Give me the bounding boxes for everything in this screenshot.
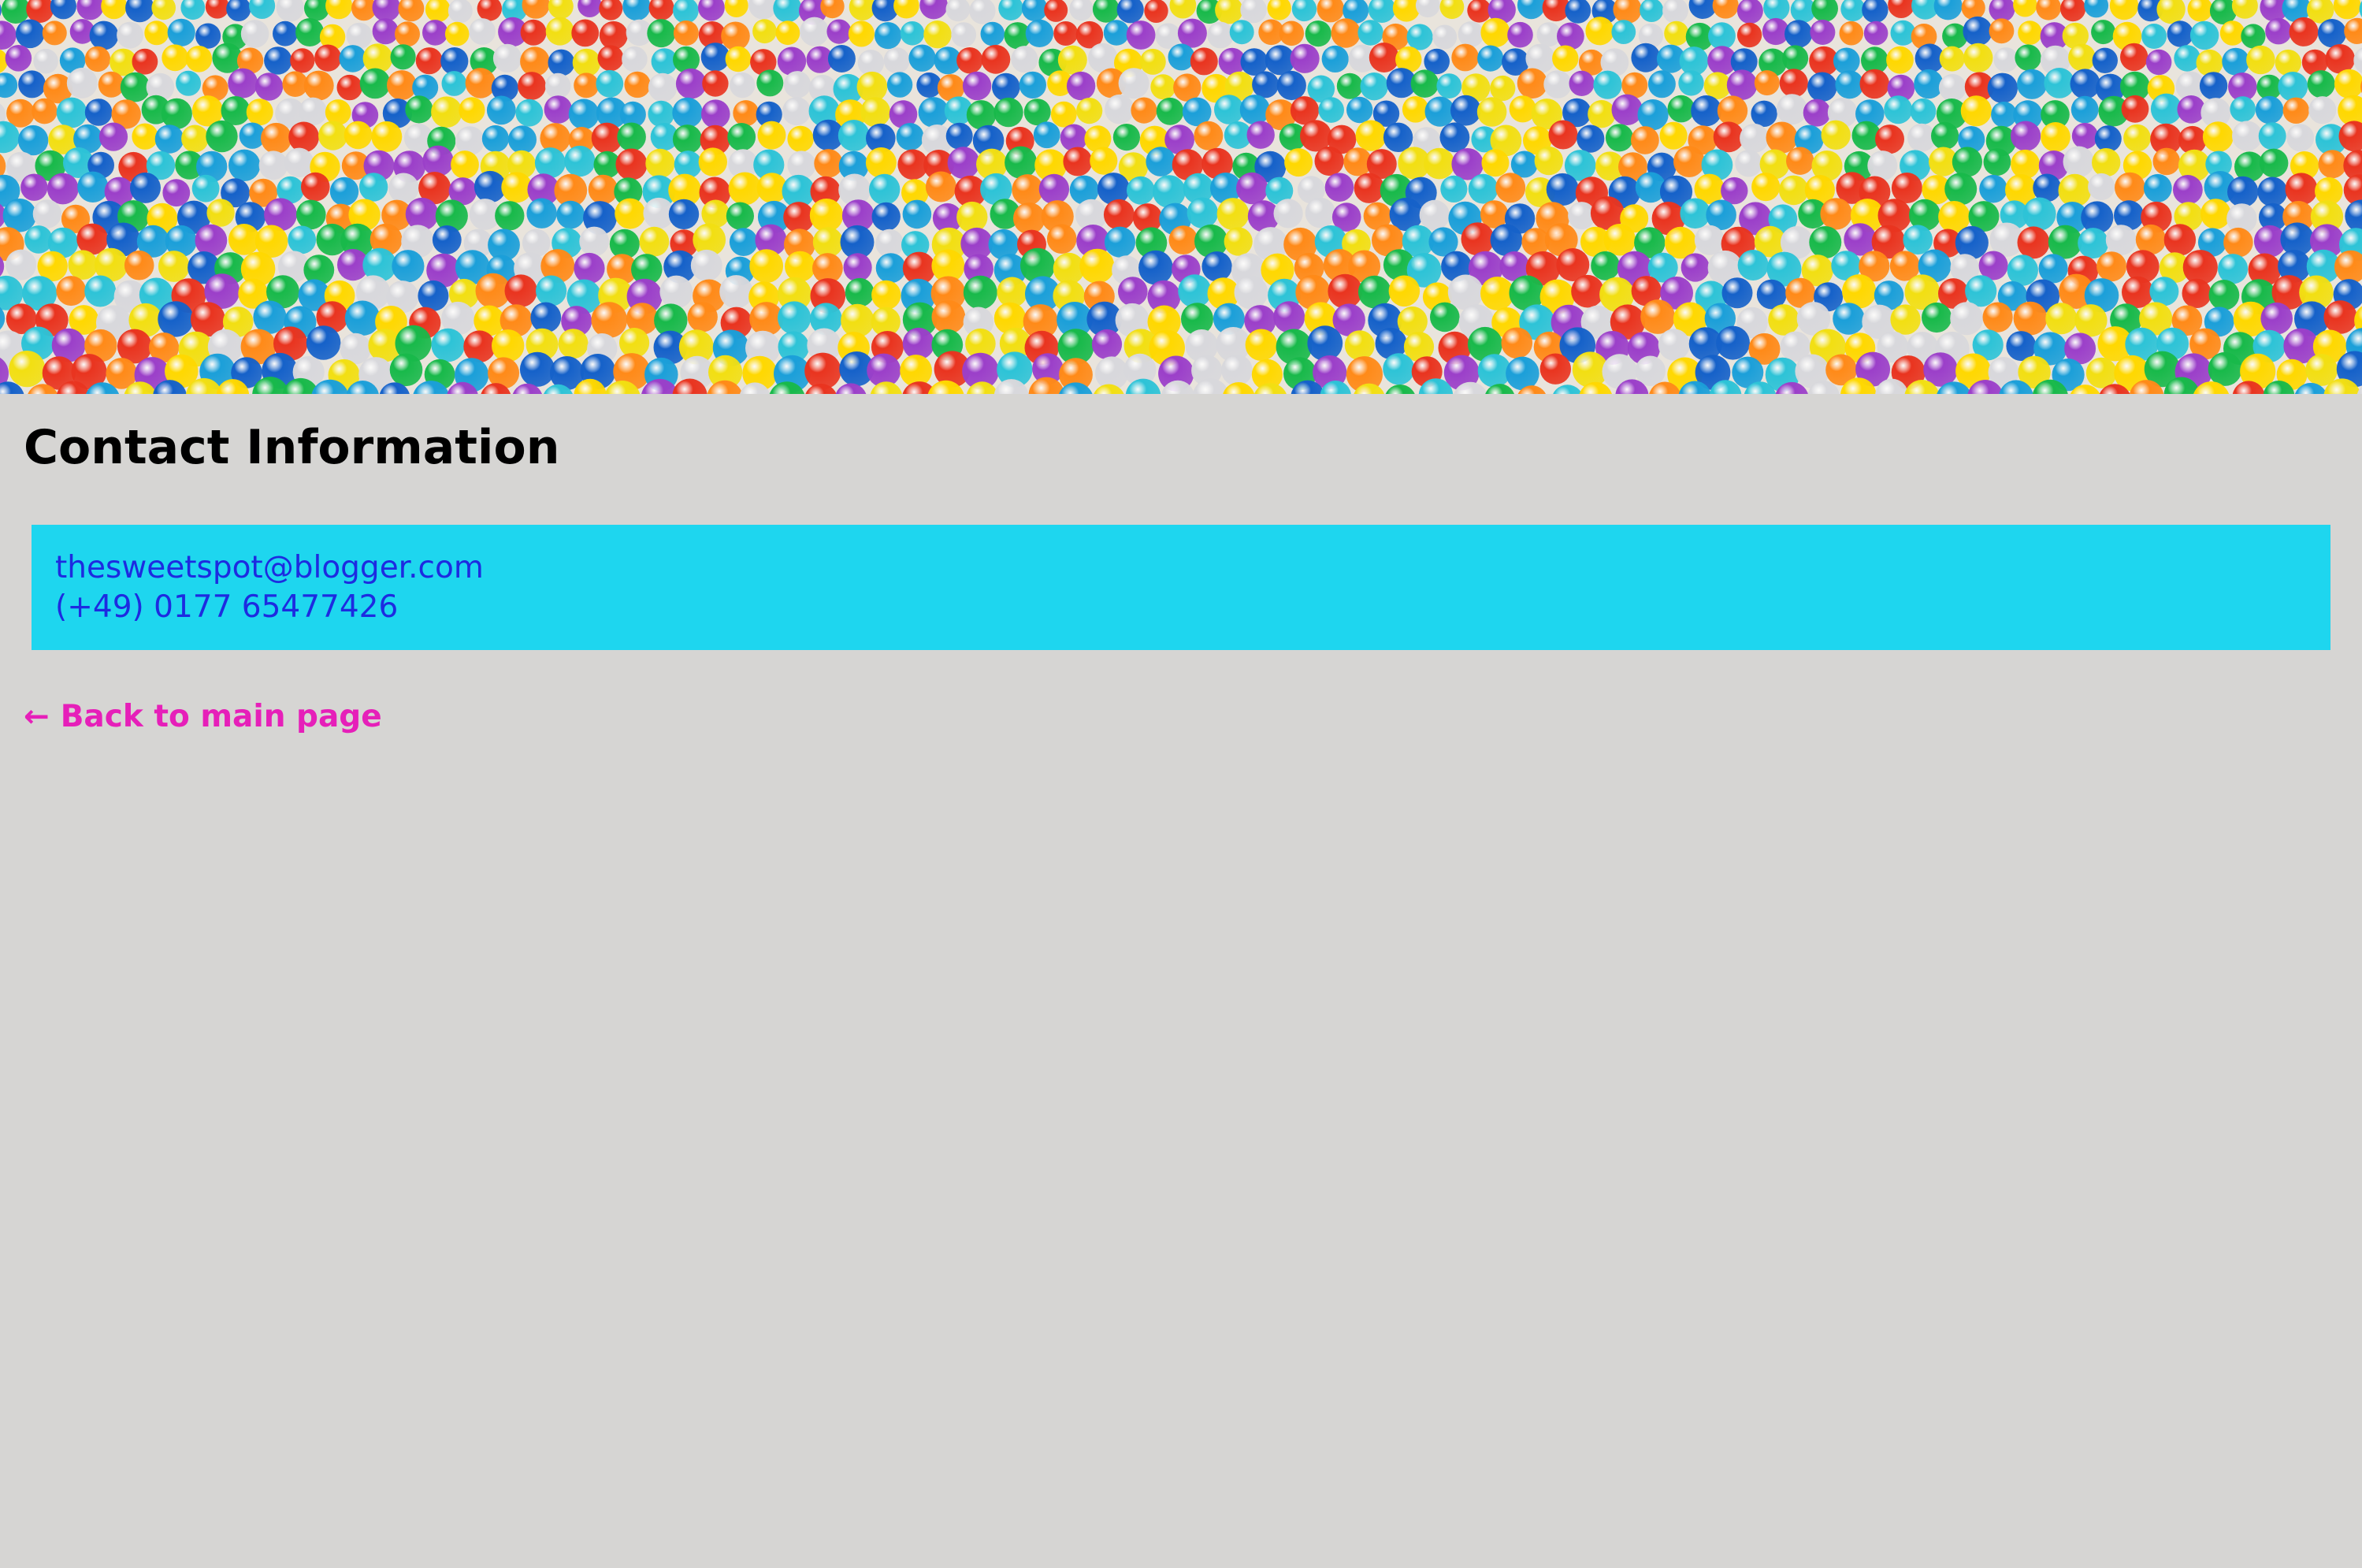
- back-link-label: Back to main page: [60, 699, 382, 734]
- header-banner-image: [0, 0, 2362, 394]
- contact-info-box: thesweetspot@blogger.com (+49) 0177 6547…: [32, 525, 2330, 650]
- email-link[interactable]: thesweetspot@blogger.com: [55, 548, 2307, 588]
- arrow-left-icon: ←: [24, 699, 50, 734]
- phone-link[interactable]: (+49) 0177 65477426: [55, 588, 2307, 627]
- ball-pit-photo: [0, 0, 2362, 394]
- back-to-main-page-link[interactable]: ← Back to main page: [24, 693, 382, 741]
- page-title: Contact Information: [24, 420, 560, 475]
